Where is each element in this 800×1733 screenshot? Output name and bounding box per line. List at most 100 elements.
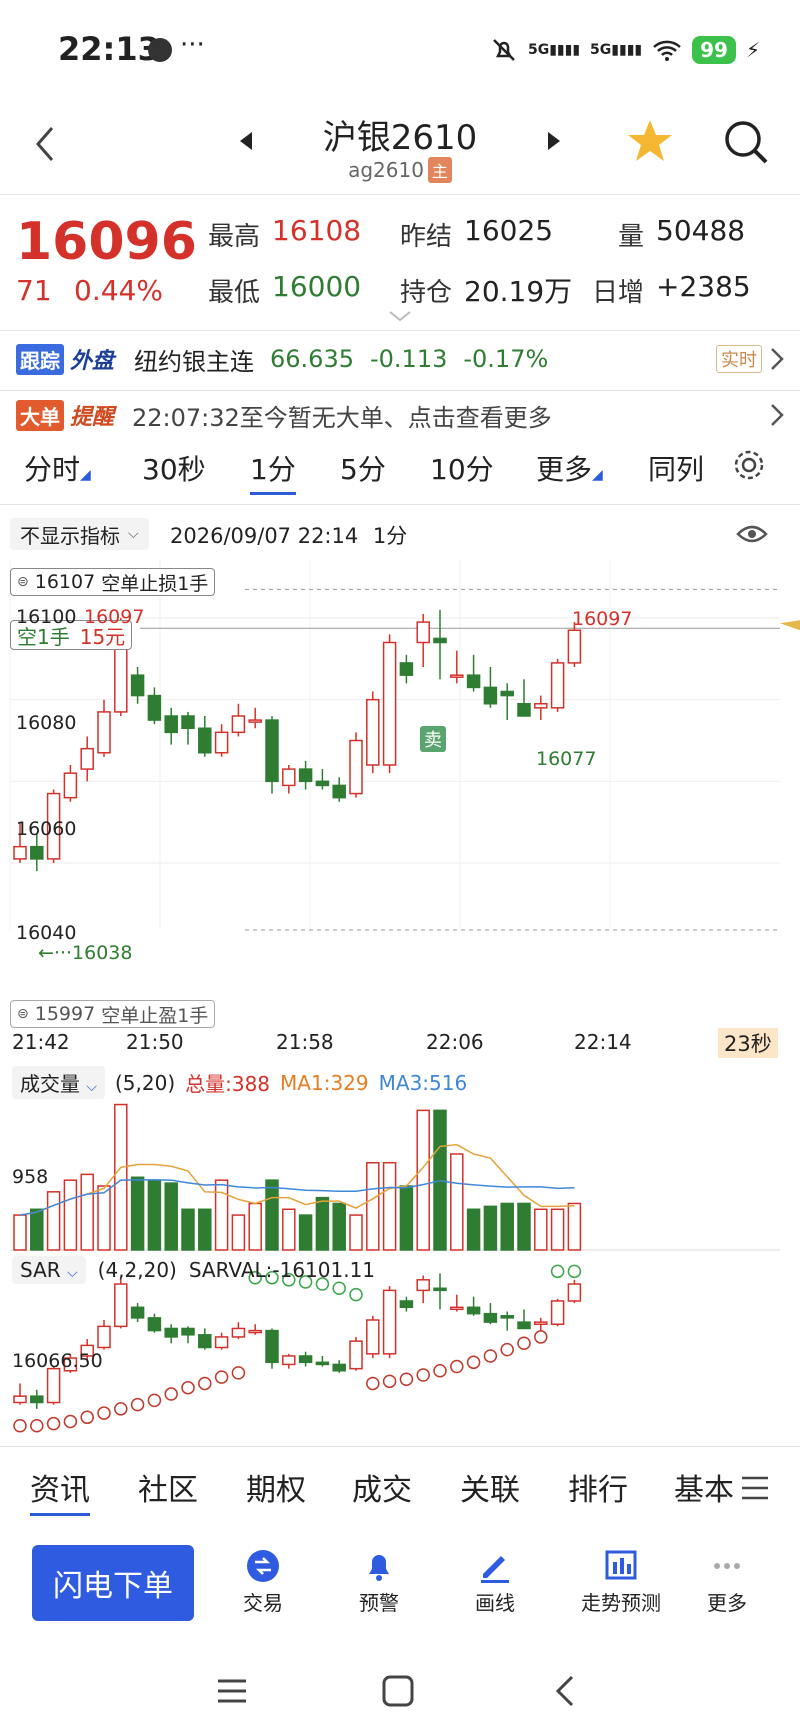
candle-body bbox=[315, 780, 330, 787]
tab-options[interactable]: 期权 bbox=[246, 1465, 306, 1509]
tab-5m[interactable]: 5分 bbox=[340, 448, 386, 488]
outer-change: -0.113 bbox=[370, 345, 448, 373]
big-order-alert-row[interactable]: 大单 提醒 22:07:32至今暂无大单、点击查看更多 bbox=[16, 398, 786, 432]
trend-forecast-button[interactable]: 走势预测 bbox=[556, 1545, 686, 1616]
sar-candle-body bbox=[147, 1317, 162, 1332]
sar-dot bbox=[500, 1342, 514, 1357]
volume-bar bbox=[214, 1179, 229, 1251]
sar-candle-body bbox=[416, 1279, 430, 1292]
more-button[interactable]: 更多 bbox=[672, 1545, 782, 1616]
menu-icon[interactable] bbox=[740, 1475, 770, 1501]
volume-bar bbox=[298, 1214, 313, 1251]
stop-loss-tag[interactable]: ⊜ 16107 空单止损1手 bbox=[10, 568, 216, 596]
sar-candle-body bbox=[13, 1395, 27, 1404]
home-icon[interactable] bbox=[380, 1673, 416, 1709]
candle-body bbox=[517, 703, 531, 717]
volume-bar bbox=[198, 1208, 212, 1251]
sar-candle-body bbox=[97, 1325, 111, 1349]
volume-bar bbox=[399, 1185, 414, 1251]
system-back-icon[interactable] bbox=[550, 1673, 578, 1709]
settings-gear-icon[interactable] bbox=[732, 448, 766, 482]
sar-candle-body bbox=[382, 1289, 397, 1355]
position-arrow bbox=[780, 620, 800, 631]
warning-button[interactable]: 预警 bbox=[324, 1545, 434, 1616]
sar-dot bbox=[567, 1264, 582, 1279]
status-bar: 22:13 ··· 5G▮▮▮▮ 5G▮▮▮▮ 99 ⚡ bbox=[0, 0, 800, 100]
volume-bar bbox=[80, 1173, 94, 1251]
sar-candle-body bbox=[315, 1361, 330, 1366]
sar-dot bbox=[382, 1374, 397, 1389]
sar-dot bbox=[46, 1416, 61, 1431]
tab-community[interactable]: 社区 bbox=[138, 1465, 198, 1509]
sar-dot bbox=[164, 1387, 178, 1401]
tab-related[interactable]: 关联 bbox=[460, 1465, 520, 1509]
volume-bar bbox=[534, 1208, 548, 1251]
tab-fenshi[interactable]: 分时◢ bbox=[24, 448, 91, 488]
recent-apps-icon[interactable] bbox=[216, 1675, 248, 1707]
tab-fundamentals[interactable]: 基本 bbox=[674, 1465, 734, 1509]
draw-line-button[interactable]: 画线 bbox=[440, 1545, 550, 1616]
system-nav-bar bbox=[0, 1655, 800, 1733]
time-axis-3: 22:06 bbox=[426, 1030, 484, 1054]
volume-bar bbox=[349, 1214, 363, 1251]
sar-dot bbox=[550, 1264, 565, 1279]
low-label: 最低 bbox=[208, 278, 261, 308]
chart-datetime: 2026/09/07 22:14 1分 bbox=[170, 524, 408, 548]
tab-same-column[interactable]: 同列 bbox=[648, 448, 704, 488]
sar-dot bbox=[130, 1397, 145, 1412]
outer-market-row[interactable]: 跟踪 外盘 纽约银主连 66.635 -0.113 -0.17% 实时 bbox=[16, 342, 786, 376]
candle-body bbox=[13, 845, 27, 860]
volume-select[interactable]: 成交量 ⌵ bbox=[12, 1066, 105, 1099]
candle-body bbox=[567, 629, 582, 664]
sar-dot bbox=[466, 1355, 481, 1370]
sar-candle-body bbox=[433, 1287, 447, 1292]
candlestick-chart[interactable] bbox=[0, 560, 800, 1435]
sar-dot bbox=[80, 1410, 94, 1425]
candle-body bbox=[30, 845, 44, 860]
sar-dot bbox=[517, 1336, 531, 1351]
volume-bar bbox=[248, 1202, 262, 1251]
forecast-icon bbox=[605, 1550, 637, 1580]
eye-icon[interactable] bbox=[736, 522, 768, 546]
candle-body bbox=[265, 719, 279, 783]
volume-bar bbox=[483, 1205, 498, 1251]
tab-ranking[interactable]: 排行 bbox=[568, 1465, 628, 1509]
candle-body bbox=[399, 662, 414, 676]
realtime-badge: 实时 bbox=[716, 345, 762, 373]
contract-title[interactable]: 沪银2610 bbox=[0, 110, 800, 159]
tab-more[interactable]: 更多◢ bbox=[536, 448, 603, 488]
tab-news[interactable]: 资讯 bbox=[30, 1465, 90, 1516]
sar-candle-body bbox=[450, 1306, 464, 1311]
tab-30s[interactable]: 30秒 bbox=[142, 448, 206, 488]
volume-bar bbox=[114, 1103, 128, 1251]
sar-value: SARVAL:-16101.11 bbox=[188, 1258, 376, 1282]
outer-tag: 外盘 bbox=[70, 349, 115, 374]
reminder-tag: 提醒 bbox=[70, 405, 115, 430]
tab-10m[interactable]: 10分 bbox=[430, 448, 494, 488]
sar-dot bbox=[198, 1376, 212, 1391]
expand-chevron-icon[interactable] bbox=[388, 310, 412, 324]
indicator-select[interactable]: 不显示指标 ⌵ bbox=[10, 518, 149, 550]
sar-select[interactable]: SAR ⌵ bbox=[12, 1256, 86, 1284]
flash-order-button[interactable]: 闪电下单 bbox=[32, 1545, 194, 1621]
min-annotation-left: ←···16038 bbox=[38, 942, 133, 964]
sar-dot bbox=[416, 1368, 430, 1382]
candle-body bbox=[382, 641, 397, 766]
volume-bar bbox=[332, 1202, 346, 1251]
sar-dot bbox=[231, 1366, 246, 1380]
tab-1m[interactable]: 1分 bbox=[250, 448, 296, 495]
sar-params: (4,2,20) bbox=[97, 1258, 177, 1282]
max-annotation-left: 16097 bbox=[84, 606, 145, 628]
volume-value: 50488 bbox=[656, 214, 746, 247]
candle-body bbox=[147, 694, 162, 721]
trade-button[interactable]: 交易 bbox=[208, 1545, 318, 1616]
take-profit-tag[interactable]: ⊜ 15997 空单止盈1手 bbox=[10, 1000, 216, 1028]
volume-bar bbox=[97, 1185, 111, 1251]
sar-candle-body bbox=[366, 1319, 380, 1355]
volume-axis: 958 bbox=[12, 1166, 49, 1188]
time-axis-0: 21:42 bbox=[12, 1030, 70, 1054]
candle-body bbox=[214, 731, 229, 754]
sar-candle-body bbox=[349, 1340, 363, 1370]
time-axis-1: 21:50 bbox=[126, 1030, 184, 1054]
tab-trades[interactable]: 成交 bbox=[352, 1465, 412, 1509]
